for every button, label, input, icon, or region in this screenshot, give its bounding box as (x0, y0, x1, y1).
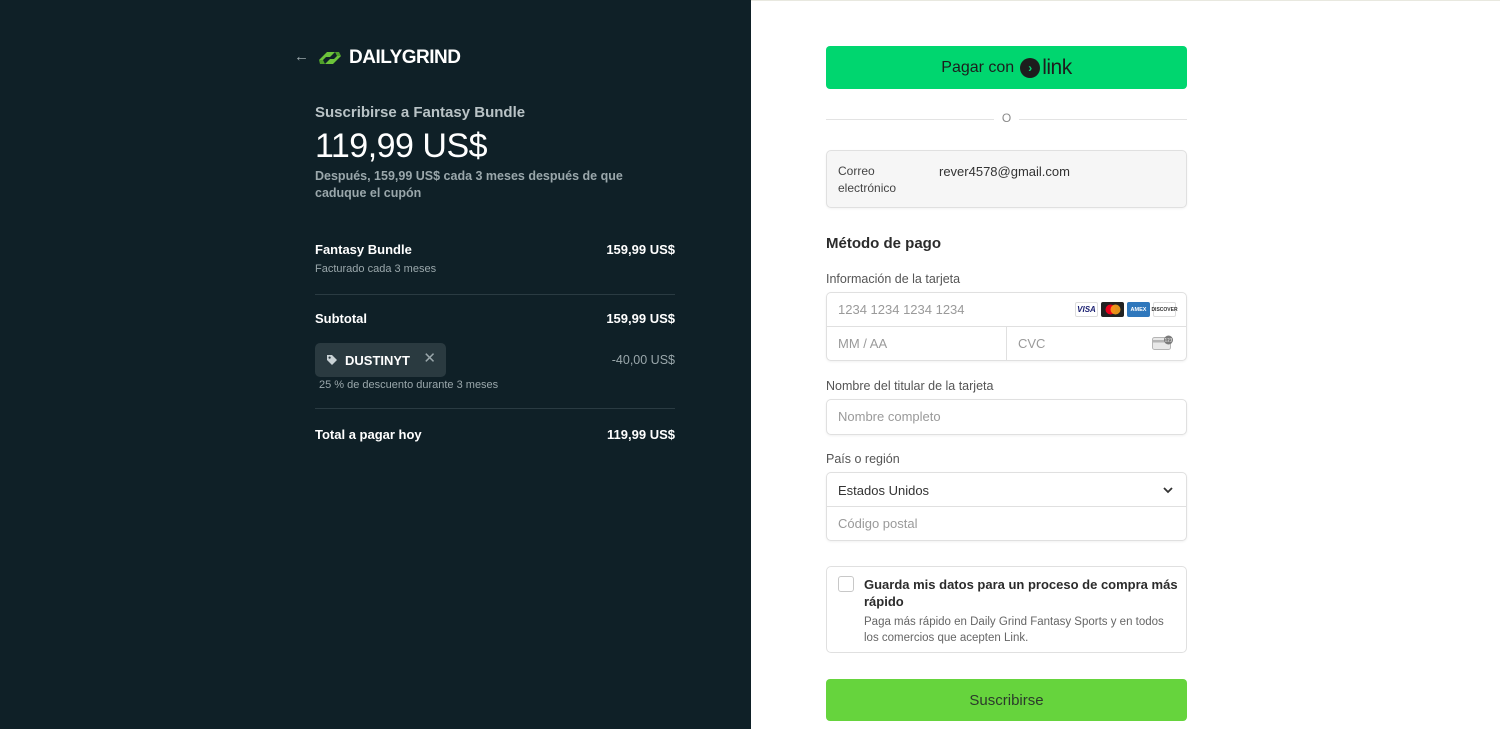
postal-placeholder: Código postal (838, 516, 918, 531)
brand-name: DAILYGRIND (349, 47, 461, 68)
card-number-input[interactable]: 1234 1234 1234 1234 VISA AMEX DISCOVER (827, 293, 1186, 327)
coupon-chip: DUSTINYT ✕ (315, 343, 446, 377)
line-item-fantasy-bundle: Fantasy Bundle 159,99 US$ Facturado cada… (315, 242, 675, 275)
amex-icon: AMEX (1127, 302, 1150, 317)
remove-coupon-close-icon[interactable]: ✕ (423, 351, 436, 367)
card-brands: VISA AMEX DISCOVER (1075, 302, 1178, 317)
payment-form-panel: Pagar con › link O Correo electrónico re… (751, 0, 1500, 729)
card-expiry-input[interactable]: MM / AA (827, 327, 1007, 360)
email-value: rever4578@gmail.com (939, 164, 1070, 179)
divider (315, 294, 675, 295)
visa-icon: VISA (1075, 302, 1098, 317)
country-label: País o región (826, 452, 900, 466)
payment-method-title: Método de pago (826, 235, 941, 252)
item-billing: Facturado cada 3 meses (315, 263, 437, 275)
order-summary-panel: ← DAILYGRIND Suscribirse a Fantasy Bundl… (0, 0, 751, 729)
postal-code-input[interactable]: Código postal (827, 507, 1186, 540)
card-info-group: 1234 1234 1234 1234 VISA AMEX DISCOVER M… (826, 292, 1187, 361)
or-separator: O (826, 111, 1187, 127)
mastercard-icon (1101, 302, 1124, 317)
back-arrow-icon[interactable]: ← (294, 49, 310, 65)
subtotal-row: Subtotal 159,99 US$ (315, 311, 675, 326)
chevron-down-icon (1163, 487, 1173, 494)
country-postal-group: Estados Unidos Código postal (826, 472, 1187, 541)
cvc-card-icon: 123 (1152, 335, 1173, 350)
subscribe-title: Suscribirse a Fantasy Bundle (315, 104, 526, 121)
discount-amount: -40,00 US$ (611, 353, 675, 367)
dailygrind-logo: DAILYGRIND (315, 44, 461, 72)
link-word: link (1042, 55, 1072, 79)
total-row: Total a pagar hoy 119,99 US$ (315, 427, 675, 442)
total-value: 119,99 US$ (607, 427, 675, 442)
email-label: Correo electrónico (838, 164, 897, 195)
discover-icon: DISCOVER (1151, 302, 1178, 317)
country-value: Estados Unidos (838, 483, 930, 498)
card-expiry-placeholder: MM / AA (838, 336, 888, 351)
link-logo: › link (1020, 56, 1072, 80)
tag-icon (327, 355, 337, 365)
save-info-checkbox[interactable] (838, 576, 854, 592)
save-info-box: Guarda mis datos para un proceso de comp… (826, 566, 1187, 653)
save-info-title: Guarda mis datos para un proceso de comp… (864, 577, 1178, 609)
card-cvc-placeholder: CVC (1018, 336, 1046, 351)
cardholder-placeholder: Nombre completo (838, 409, 941, 424)
discount-note: 25 % de descuento durante 3 meses (319, 379, 499, 391)
cardholder-label: Nombre del titular de la tarjeta (826, 379, 994, 393)
subscribe-button[interactable]: Suscribirse (826, 679, 1187, 721)
coupon-code: DUSTINYT (345, 352, 410, 368)
country-select[interactable]: Estados Unidos (827, 473, 1186, 507)
card-cvc-input[interactable]: CVC 123 (1007, 327, 1186, 360)
cardholder-name-input[interactable]: Nombre completo (826, 399, 1187, 435)
card-number-placeholder: 1234 1234 1234 1234 (838, 302, 965, 317)
divider (315, 408, 675, 409)
save-info-description: Paga más rápido en Daily Grind Fantasy S… (864, 616, 1164, 644)
item-price: 159,99 US$ (606, 242, 675, 257)
price-today: 119,99 US$ (315, 127, 488, 165)
dailygrind-logo-icon (319, 52, 341, 64)
pay-with-link-button[interactable]: Pagar con › link (826, 46, 1187, 89)
email-field[interactable]: Correo electrónico rever4578@gmail.com (826, 150, 1187, 208)
or-text: O (1001, 111, 1012, 125)
after-coupon-note: Después, 159,99 US$ cada 3 meses después… (315, 169, 623, 200)
subtotal-value: 159,99 US$ (606, 311, 675, 326)
link-arrow-icon: › (1020, 57, 1041, 78)
card-info-label: Información de la tarjeta (826, 272, 961, 286)
link-button-label: Pagar con (941, 58, 1015, 76)
svg-text:123: 123 (1165, 338, 1173, 343)
